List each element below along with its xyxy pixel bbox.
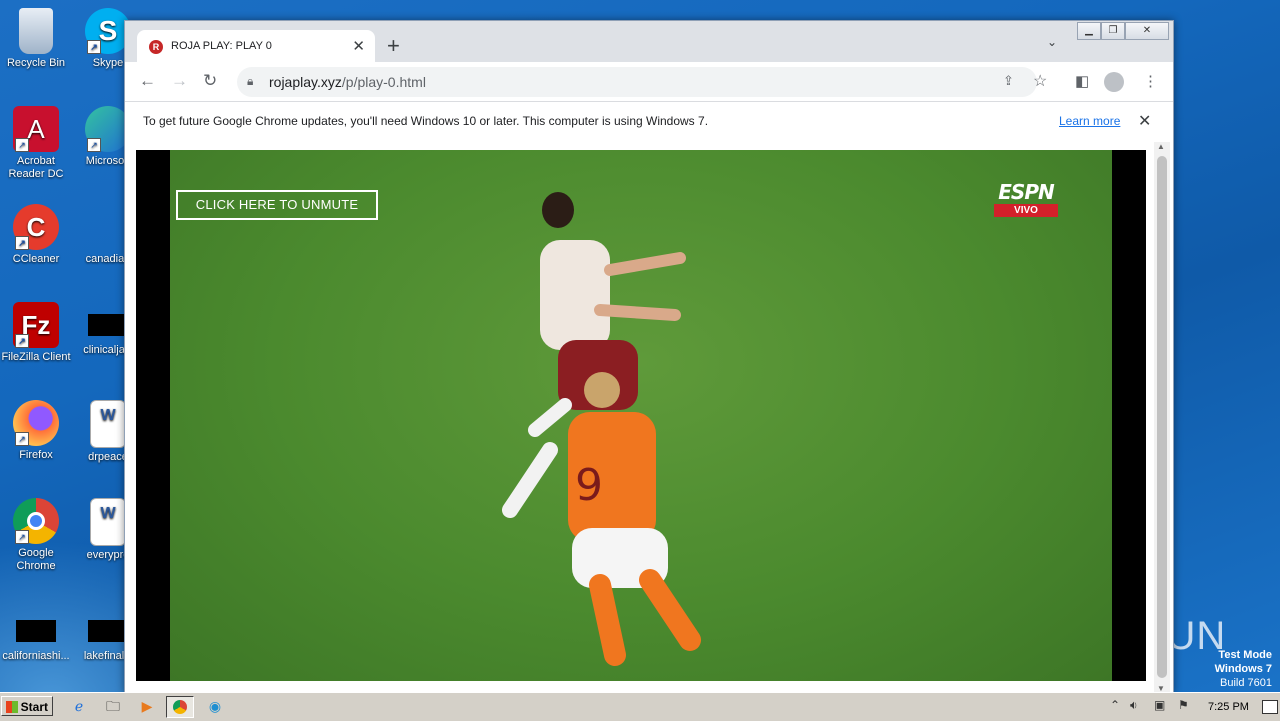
start-button[interactable]: Start bbox=[1, 696, 53, 716]
icon-label: CCleaner bbox=[12, 253, 60, 265]
icon-label: Skype bbox=[92, 57, 124, 69]
desktop-icon-californiashi[interactable]: californiashi... bbox=[0, 608, 72, 663]
explorer-folder-taskbar-icon[interactable]: 🗀 bbox=[100, 696, 126, 716]
ccleaner-icon: C ↗ bbox=[13, 204, 59, 250]
shortcut-arrow-icon: ↗ bbox=[15, 236, 29, 250]
shortcut-arrow-icon: ↗ bbox=[15, 432, 29, 446]
file-thumbnail bbox=[88, 620, 128, 642]
desktop-icon-google-chrome[interactable]: ↗ Google Chrome bbox=[0, 498, 72, 573]
desktop-icon-recycle-bin[interactable]: Recycle Bin bbox=[0, 8, 72, 70]
network-icon[interactable]: ▣ bbox=[1154, 698, 1165, 712]
chrome-taskbar-icon bbox=[173, 700, 187, 714]
desktop-icon-filezilla[interactable]: Fz ↗ FileZilla Client bbox=[0, 302, 72, 364]
reload-icon[interactable]: ↻ bbox=[203, 71, 217, 91]
forward-arrow-icon[interactable]: → bbox=[171, 71, 188, 91]
tray-expand-icon[interactable]: ⌃ bbox=[1110, 698, 1120, 712]
close-window-button[interactable]: ✕ bbox=[1125, 22, 1169, 40]
restore-button[interactable]: ❐ bbox=[1101, 22, 1125, 40]
bookmark-star-icon[interactable]: ☆ bbox=[1033, 71, 1047, 91]
icon-label: Google Chrome bbox=[16, 547, 56, 572]
share-icon[interactable]: ⇪ bbox=[1003, 73, 1014, 89]
svg-text:9: 9 bbox=[575, 460, 603, 511]
word-document-icon: W bbox=[90, 400, 126, 448]
firefox-icon: ↗ bbox=[13, 400, 59, 446]
volume-icon[interactable]: 🔉︎ bbox=[1130, 698, 1138, 713]
recycle-bin-icon bbox=[19, 8, 53, 54]
clock[interactable]: 7:25 PM bbox=[1208, 701, 1249, 713]
address-bar[interactable]: 🔒︎ rojaplay.xyz/p/play-0.html ⇪ ☆ bbox=[237, 67, 1047, 97]
icon-label: californiashi... bbox=[2, 650, 70, 662]
rojaplay-favicon-icon: R bbox=[149, 40, 163, 54]
shortcut-arrow-icon: ↗ bbox=[87, 138, 101, 152]
file-thumbnail bbox=[88, 314, 128, 336]
shortcut-arrow-icon: ↗ bbox=[87, 40, 101, 54]
infobar: To get future Google Chrome updates, you… bbox=[125, 101, 1173, 143]
video-player[interactable]: 9 CLICK HERE TO UNMUTE ESPN VIVO bbox=[136, 150, 1146, 681]
tab-title: ROJA PLAY: PLAY 0 bbox=[171, 40, 272, 52]
desktop-icon-acrobat[interactable]: A ↗ Acrobat Reader DC bbox=[0, 106, 72, 181]
tab-search-chevron-icon[interactable]: ⌄ bbox=[1047, 35, 1057, 49]
url-path: /p/play-0.html bbox=[341, 74, 426, 90]
system-tray: ⌃ 🔉︎ ▣ ⚑ bbox=[1106, 696, 1202, 716]
video-frame[interactable]: 9 CLICK HERE TO UNMUTE ESPN VIVO bbox=[170, 150, 1112, 681]
test-mode-watermark: Test Mode Windows 7 Build 7601 bbox=[1215, 648, 1272, 690]
media-player-taskbar-icon[interactable]: ▶ bbox=[134, 696, 160, 716]
learn-more-link[interactable]: Learn more bbox=[1059, 114, 1120, 128]
menu-kebab-icon[interactable]: ⋮ bbox=[1143, 72, 1158, 90]
watermark-line: Test Mode bbox=[1218, 649, 1272, 661]
shortcut-arrow-icon: ↗ bbox=[15, 138, 29, 152]
acrobat-icon: A ↗ bbox=[13, 106, 59, 152]
file-thumbnail bbox=[16, 620, 56, 642]
scrollbar-thumb[interactable] bbox=[1157, 156, 1167, 678]
minimize-button[interactable]: ▁ bbox=[1077, 22, 1101, 40]
windows-logo-icon bbox=[6, 701, 18, 713]
chrome-icon: ↗ bbox=[13, 498, 59, 544]
espn-logo: ESPN VIVO bbox=[990, 180, 1062, 217]
back-arrow-icon[interactable]: ← bbox=[139, 71, 156, 91]
icon-label: drpeace bbox=[88, 451, 128, 463]
page-content: 9 CLICK HERE TO UNMUTE ESPN VIVO ▲ ▼ bbox=[125, 142, 1173, 693]
edge-taskbar-icon[interactable]: ◉ bbox=[202, 696, 228, 716]
icon-label: everypre bbox=[86, 549, 130, 561]
browser-tab[interactable]: R ROJA PLAY: PLAY 0 ✕ bbox=[137, 30, 375, 62]
scroll-up-arrow-icon[interactable]: ▲ bbox=[1157, 142, 1165, 151]
infobar-message: To get future Google Chrome updates, you… bbox=[143, 114, 709, 128]
desktop-icon-firefox[interactable]: ↗ Firefox bbox=[0, 400, 72, 462]
side-panel-icon[interactable]: ◧ bbox=[1075, 72, 1089, 90]
lock-icon[interactable]: 🔒︎ bbox=[247, 74, 253, 89]
vertical-scrollbar[interactable]: ▲ ▼ bbox=[1154, 142, 1170, 693]
show-desktop-icon[interactable] bbox=[1262, 700, 1278, 714]
url-host: rojaplay.xyz bbox=[269, 74, 342, 90]
icon-label: Firefox bbox=[19, 449, 53, 461]
taskbar: Start ℯ 🗀 ▶ ◉ ⌃ 🔉︎ ▣ ⚑ 7:25 PM bbox=[0, 692, 1280, 721]
action-center-flag-icon[interactable]: ⚑ bbox=[1178, 698, 1189, 712]
watermark-line: Build 7601 bbox=[1220, 677, 1272, 689]
icon-label: FileZilla Client bbox=[1, 351, 71, 363]
filezilla-icon: Fz ↗ bbox=[13, 302, 59, 348]
players-illustration: 9 bbox=[502, 192, 701, 666]
shortcut-arrow-icon: ↗ bbox=[15, 334, 29, 348]
icon-label: Recycle Bin bbox=[6, 57, 66, 69]
desktop-icon-ccleaner[interactable]: C ↗ CCleaner bbox=[0, 204, 72, 266]
icon-label: Acrobat Reader DC bbox=[8, 155, 64, 180]
watermark-line: Windows 7 bbox=[1214, 663, 1272, 675]
profile-avatar-icon[interactable] bbox=[1104, 72, 1124, 92]
word-document-icon: W bbox=[90, 498, 126, 546]
chrome-window: ▁ ❐ ✕ R ROJA PLAY: PLAY 0 ✕ + ⌄ ← → ↻ 🔒︎… bbox=[124, 20, 1174, 694]
unmute-button[interactable]: CLICK HERE TO UNMUTE bbox=[176, 190, 378, 220]
start-label: Start bbox=[20, 700, 48, 714]
espn-brand: ESPN bbox=[998, 180, 1054, 204]
close-tab-icon[interactable]: ✕ bbox=[352, 37, 365, 55]
chrome-taskbar-button[interactable] bbox=[166, 696, 194, 718]
internet-explorer-taskbar-icon[interactable]: ℯ bbox=[66, 696, 92, 716]
shortcut-arrow-icon: ↗ bbox=[15, 530, 29, 544]
new-tab-button[interactable]: + bbox=[387, 33, 400, 59]
toolbar: ← → ↻ 🔒︎ rojaplay.xyz/p/play-0.html ⇪ ☆ … bbox=[125, 62, 1173, 101]
url-text[interactable]: rojaplay.xyz/p/play-0.html bbox=[269, 74, 426, 90]
infobar-close-icon[interactable]: ✕ bbox=[1138, 111, 1151, 131]
live-badge: VIVO bbox=[994, 204, 1058, 217]
